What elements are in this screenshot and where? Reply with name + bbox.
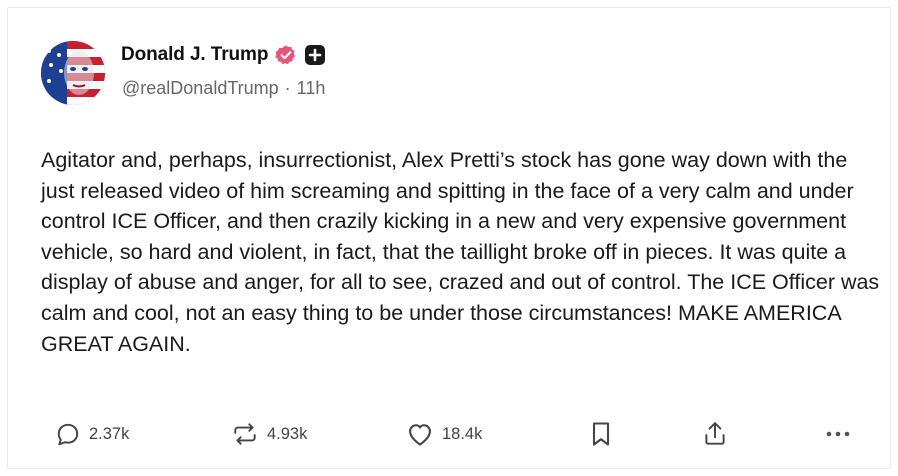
post-actions-bar: 2.37k 4.93k 18.4k	[8, 414, 892, 454]
reply-icon	[55, 421, 81, 447]
post-body: Agitator and, perhaps, insurrectionist, …	[41, 148, 880, 356]
more-icon	[825, 430, 851, 438]
share-icon	[702, 420, 728, 448]
post-card: Donald J. Trump @realDonaldTrump · 11h A…	[7, 7, 891, 469]
author-handle[interactable]: @realDonaldTrump	[122, 78, 279, 99]
verified-badge-icon	[275, 44, 297, 66]
retruth-icon	[231, 421, 259, 447]
reply-button[interactable]: 2.37k	[55, 414, 129, 454]
share-button[interactable]	[702, 414, 728, 454]
plus-badge-icon	[304, 44, 326, 66]
retruth-count: 4.93k	[267, 424, 308, 443]
bookmark-button[interactable]	[589, 414, 613, 454]
reply-count: 2.37k	[89, 424, 130, 443]
retruth-button[interactable]: 4.93k	[231, 414, 307, 454]
author-display-name[interactable]: Donald J. Trump	[121, 44, 268, 66]
like-count: 18.4k	[442, 424, 483, 443]
bookmark-icon	[589, 420, 613, 448]
author-handle-row: @realDonaldTrump · 11h	[122, 78, 325, 99]
separator-dot: ·	[284, 78, 291, 98]
heart-icon	[406, 421, 434, 447]
more-options-button[interactable]	[825, 414, 851, 454]
avatar[interactable]	[41, 41, 105, 105]
post-timestamp[interactable]: 11h	[297, 78, 326, 99]
like-button[interactable]: 18.4k	[406, 414, 482, 454]
author-name-row: Donald J. Trump	[121, 41, 326, 69]
